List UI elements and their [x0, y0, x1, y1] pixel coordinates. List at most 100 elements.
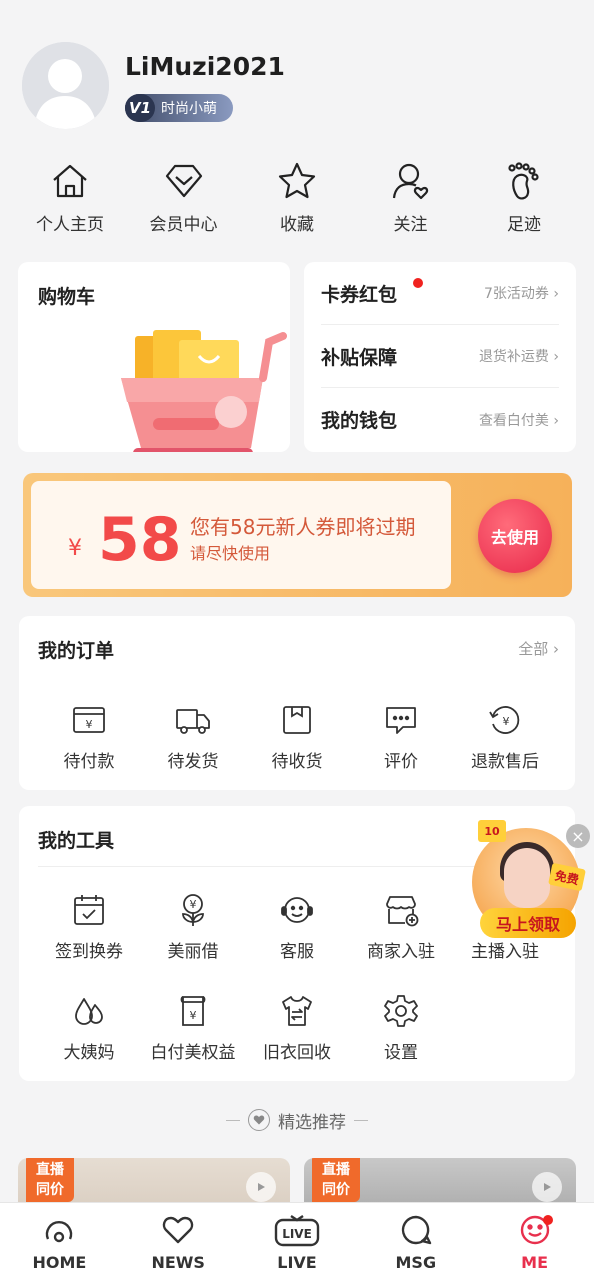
link-detail: 退货补运费 › — [478, 349, 559, 365]
heart-icon — [248, 1109, 270, 1131]
link-detail: 查看白付美 › — [478, 412, 559, 429]
heart-tab-icon — [162, 1216, 194, 1244]
quicknav-homepage[interactable]: 个人主页 — [25, 160, 115, 240]
tool-settings[interactable]: 设置 — [349, 993, 453, 1063]
svg-text:¥: ¥ — [86, 718, 93, 731]
claim-now-button[interactable]: 马上领取 — [480, 908, 576, 938]
benefit-icon: ¥ — [180, 996, 206, 1026]
refund-icon: ¥ — [489, 706, 520, 734]
home-tab-icon — [46, 1221, 73, 1243]
svg-text:LIVE: LIVE — [282, 1227, 312, 1241]
tool-label: 旧衣回收 — [263, 1043, 331, 1063]
diamond-icon — [165, 164, 202, 198]
order-review[interactable]: 评价 — [349, 702, 453, 772]
link-label: 补贴保障 — [321, 346, 398, 369]
order-pending-shipment[interactable]: 待发货 — [141, 702, 245, 772]
quicknav-member-center[interactable]: 会员中心 — [139, 160, 229, 240]
tool-label: 设置 — [384, 1043, 418, 1063]
play-icon[interactable] — [246, 1172, 276, 1202]
close-icon[interactable]: × — [566, 824, 590, 848]
message-tab-icon — [401, 1215, 431, 1245]
floating-promo[interactable]: 10 免费 马上领取 × — [468, 818, 590, 944]
tool-checkin[interactable]: 签到换券 — [37, 892, 141, 962]
order-label: 评价 — [384, 752, 418, 772]
level-code: V1 — [125, 94, 155, 122]
bottom-tab-bar: HOME NEWS LIVE LIVE MSG ME — [0, 1202, 594, 1280]
tool-period[interactable]: 大姨妈 — [37, 993, 141, 1063]
tool-label: 签到换券 — [55, 942, 123, 962]
new-user-coupon-banner[interactable]: ¥ 58 您有58元新人券即将过期 请尽快使用 去使用 — [23, 473, 572, 597]
star-icon — [278, 162, 316, 199]
tab-msg[interactable]: MSG — [356, 1203, 475, 1280]
loan-flower-icon: ¥ — [182, 894, 204, 926]
quicknav-favorites[interactable]: 收藏 — [252, 160, 342, 240]
profile-header: LiMuzi2021 V1 时尚小萌 — [0, 0, 594, 150]
order-pending-payment[interactable]: ¥ 待付款 — [37, 702, 141, 772]
comment-icon — [386, 707, 416, 734]
link-row-coupons[interactable]: 卡券红包 7张活动券 › — [321, 262, 559, 325]
tab-label: MSG — [395, 1253, 437, 1272]
avatar[interactable] — [22, 42, 109, 129]
tool-merchant-join[interactable]: 商家入驻 — [349, 892, 453, 962]
order-status-row: ¥ 待付款 待发货 待收货 评价 ¥ 退款售后 — [37, 702, 593, 772]
coupon-currency: ¥ — [68, 536, 82, 561]
coupon-message: 您有58元新人券即将过期 — [190, 515, 416, 539]
username: LiMuzi2021 — [125, 52, 285, 81]
order-label: 待收货 — [271, 752, 323, 772]
avatar-placeholder-icon — [22, 42, 109, 129]
truck-icon — [176, 709, 210, 734]
order-label: 待付款 — [63, 752, 115, 772]
notification-dot — [543, 1215, 554, 1225]
tool-customer-service[interactable]: 客服 — [245, 892, 349, 962]
tab-label: LIVE — [277, 1253, 317, 1272]
divider — [226, 1119, 240, 1121]
link-row-subsidy[interactable]: 补贴保障 退货补运费 › — [321, 325, 559, 388]
svg-text:¥: ¥ — [503, 715, 510, 728]
order-label: 退款售后 — [471, 752, 539, 772]
shopping-cart-illustration — [121, 330, 287, 452]
quicknav-label: 足迹 — [507, 215, 541, 235]
follow-user-icon — [392, 163, 428, 200]
quicknav-label: 关注 — [393, 215, 428, 235]
tab-news[interactable]: NEWS — [119, 1203, 238, 1280]
package-icon — [283, 706, 311, 734]
order-label: 待发货 — [167, 752, 219, 772]
coupon-sub-message: 请尽快使用 — [190, 544, 271, 563]
shopping-cart-card[interactable]: 购物车 — [18, 262, 290, 452]
play-icon[interactable] — [532, 1172, 562, 1202]
tab-label: HOME — [32, 1253, 87, 1272]
calendar-check-icon — [74, 895, 104, 925]
link-label: 卡券红包 — [321, 283, 398, 306]
tool-label: 商家入驻 — [367, 942, 435, 962]
tool-label: 白付美权益 — [150, 1043, 236, 1063]
use-coupon-button[interactable]: 去使用 — [478, 499, 552, 573]
recommend-label: 精选推荐 — [278, 1112, 346, 1133]
quicknav-following[interactable]: 关注 — [366, 160, 456, 240]
live-tab-icon: LIVE — [274, 1215, 320, 1247]
level-title: 时尚小萌 — [161, 101, 217, 117]
quicknav-footprints[interactable]: 足迹 — [479, 160, 569, 240]
orders-all-link[interactable]: 全部 › — [518, 638, 559, 659]
link-row-wallet[interactable]: 我的钱包 查看白付美 › — [321, 388, 559, 451]
tool-baifumei-benefits[interactable]: ¥ 白付美权益 — [141, 993, 245, 1063]
promo-tag: 10 — [478, 820, 506, 842]
recommend-header: 精选推荐 — [0, 1105, 594, 1135]
quicknav-label: 会员中心 — [149, 215, 218, 235]
tool-loan[interactable]: ¥ 美丽借 — [141, 892, 245, 962]
tab-me[interactable]: ME — [475, 1203, 594, 1280]
cart-title: 购物车 — [38, 286, 96, 308]
svg-text:¥: ¥ — [190, 898, 197, 911]
tab-home[interactable]: HOME — [0, 1203, 119, 1280]
divider — [354, 1119, 368, 1121]
quicknav-label: 收藏 — [280, 215, 314, 235]
tab-label: NEWS — [151, 1253, 205, 1272]
order-pending-receipt[interactable]: 待收货 — [245, 702, 349, 772]
live-same-price-badge: 直播 同价 — [312, 1158, 360, 1202]
order-refund[interactable]: ¥ 退款售后 — [453, 702, 557, 772]
level-badge[interactable]: V1 时尚小萌 — [125, 94, 233, 122]
tools-row-2: 大姨妈 ¥ 白付美权益 旧衣回收 设置 — [37, 993, 593, 1063]
coupon-amount: 58 — [98, 505, 182, 575]
orders-title: 我的订单 — [38, 640, 115, 662]
tab-live[interactable]: LIVE LIVE — [238, 1203, 357, 1280]
tool-clothes-recycle[interactable]: 旧衣回收 — [245, 993, 349, 1063]
